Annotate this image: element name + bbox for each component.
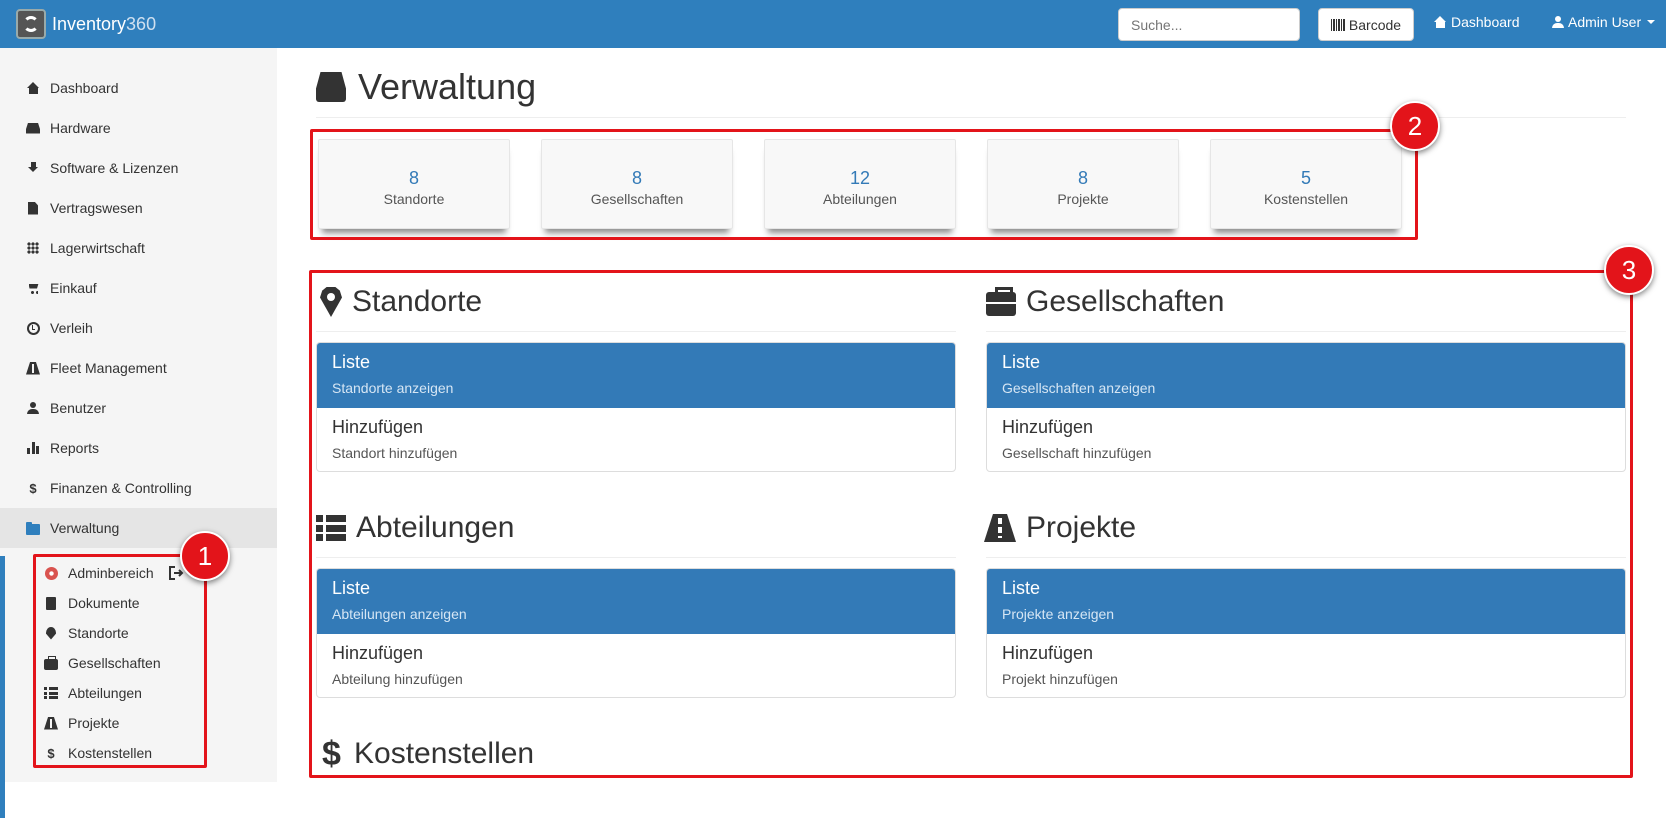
grid-icon [26,241,40,255]
sidebar-item-verwaltung[interactable]: Verwaltung [0,508,277,548]
sidebar-item-lagerwirtschaft[interactable]: Lagerwirtschaft [0,228,277,268]
sidebar-item-label: Einkauf [50,280,97,296]
brand-name: Inventory360 [52,13,157,34]
home-icon [1434,16,1447,28]
sidebar-item-dashboard[interactable]: Dashboard [0,68,277,108]
file-icon [26,201,40,215]
hdd-icon [316,72,346,102]
annotation-marker-2: 2 [1390,101,1440,151]
sidebar-item-label: Lagerwirtschaft [50,240,145,256]
user-icon [1552,16,1564,28]
search-input[interactable] [1118,8,1300,41]
sidebar-item-label: Reports [50,440,100,456]
nav-dashboard-label: Dashboard [1451,14,1520,30]
page-title: Verwaltung [316,66,536,108]
nav-dashboard-link[interactable]: Dashboard [1434,14,1520,30]
sidebar-item-label: Hardware [50,120,111,136]
sidebar-item-vertragswesen[interactable]: Vertragswesen [0,188,277,228]
sidebar-item-einkauf[interactable]: Einkauf [0,268,277,308]
sidebar-item-label: Verleih [50,320,93,336]
annotation-box-3 [309,270,1633,778]
folder-icon [26,521,40,535]
sidebar-item-fleet-management[interactable]: Fleet Management [0,348,277,388]
barcode-icon [1330,18,1345,31]
brand-link[interactable]: Inventory360 [16,8,156,40]
dollar-icon: $ [29,480,37,496]
sidebar-item-label: Fleet Management [50,360,167,376]
sidebar-item-finanzen[interactable]: $ Finanzen & Controlling [0,468,277,508]
download-icon [26,161,40,175]
page-title-text: Verwaltung [358,66,537,107]
user-name: Admin User [1568,14,1642,30]
user-icon [26,401,40,415]
sidebar-item-label: Verwaltung [50,520,120,536]
barcode-label: Barcode [1348,16,1402,33]
top-navbar: Inventory360 Barcode Dashboard Admin Use… [0,0,1666,48]
sidebar-item-software[interactable]: Software & Lizenzen [0,148,277,188]
sidebar-item-reports[interactable]: Reports [0,428,277,468]
sidebar-item-label: Vertragswesen [50,200,143,216]
annotation-marker-1: 1 [180,531,230,581]
sidebar-item-label: Software & Lizenzen [50,160,179,176]
annotation-box-1 [33,554,207,768]
home-icon [26,81,40,95]
road-icon [26,361,40,375]
cart-icon [26,281,40,295]
sidebar-item-benutzer[interactable]: Benutzer [0,388,277,428]
sidebar-item-label: Benutzer [50,400,107,416]
sidebar-item-label: Finanzen & Controlling [50,480,192,496]
clock-icon [26,321,40,335]
caret-down-icon [1647,20,1656,24]
barcode-button[interactable]: Barcode [1318,8,1414,41]
hdd-icon [26,121,40,135]
bar-chart-icon [26,441,40,455]
annotation-marker-3: 3 [1604,245,1654,295]
sidebar-item-hardware[interactable]: Hardware [0,108,277,148]
sidebar-item-verleih[interactable]: Verleih [0,308,277,348]
sidebar-active-indicator [0,556,5,818]
user-menu-dropdown[interactable]: Admin User [1552,14,1656,30]
annotation-box-2 [310,129,1418,240]
logo-icon [16,9,46,39]
sidebar-item-label: Dashboard [50,80,119,96]
